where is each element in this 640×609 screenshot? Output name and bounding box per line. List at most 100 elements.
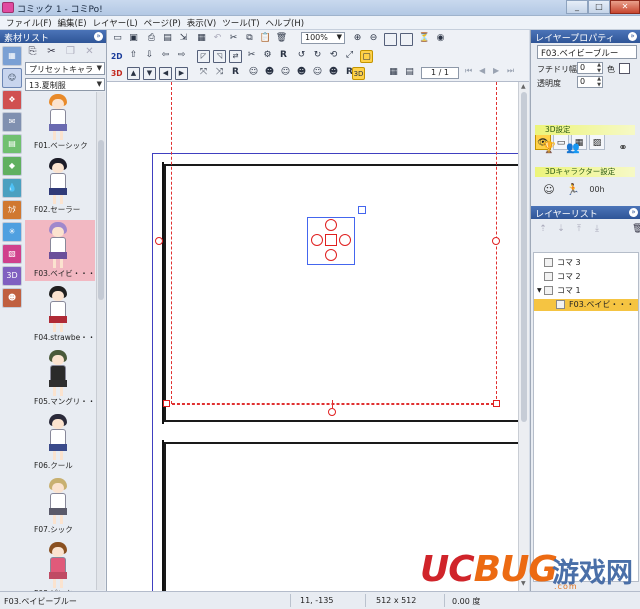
tab-color-icon[interactable]: ▨ [589, 134, 605, 150]
layer-row[interactable]: F03.ベイビ・・・ [534, 299, 638, 311]
print-icon[interactable]: ⎙ [145, 32, 158, 45]
scroll-up-icon[interactable]: ▲ [521, 83, 526, 90]
collapse-icon[interactable]: » [628, 32, 637, 41]
corner-handle-bl[interactable] [163, 400, 170, 407]
pose-icon[interactable]: 🏃 [563, 180, 583, 200]
spinner-icon[interactable]: ▲ ▼ [597, 62, 601, 74]
face-icon[interactable]: ☺ [539, 180, 559, 200]
handle-right[interactable] [492, 237, 500, 245]
maximize-button[interactable]: □ [588, 0, 610, 14]
handle-left[interactable] [155, 237, 163, 245]
pose-5-icon[interactable]: ☺ [311, 66, 324, 79]
layer-bottom-icon[interactable]: ⤓ [591, 222, 603, 234]
canvas-scrollbar[interactable]: ▲ ▼ [518, 82, 529, 591]
select-icon[interactable]: ▢ [360, 50, 373, 63]
layer-down-icon[interactable]: ⇣ [555, 222, 567, 234]
layout-icon[interactable]: ▦ [2, 46, 22, 66]
align-left-icon[interactable]: ◸ [197, 50, 210, 63]
layer-up-icon[interactable]: ⇡ [537, 222, 549, 234]
comic-canvas[interactable] [107, 82, 518, 591]
arrow-up-icon[interactable]: ⇧ [127, 49, 140, 62]
control-center[interactable] [325, 234, 337, 246]
menu-layer[interactable]: レイヤー(L) [93, 16, 144, 29]
character-face-icon[interactable]: ☻ [2, 288, 22, 308]
trophy-icon[interactable]: 🏆 [539, 138, 559, 158]
fit-width-icon[interactable] [400, 33, 413, 46]
page-list-icon[interactable]: ▤ [403, 66, 416, 79]
move-up-icon[interactable]: ▲ [127, 67, 140, 80]
expression-icon[interactable]: 00h [587, 180, 607, 200]
character-icon[interactable]: ☺ [2, 68, 22, 88]
collapse-icon[interactable]: » [94, 32, 103, 41]
zoom-in-icon[interactable]: ⊕ [351, 32, 364, 45]
scissors-icon[interactable]: ✂ [245, 49, 258, 62]
material-scroll-thumb[interactable] [98, 140, 104, 300]
rotate-left-icon[interactable]: ↺ [295, 49, 308, 62]
rotate-handle[interactable] [358, 206, 366, 214]
arrow-left-icon[interactable]: ⇦ [159, 49, 172, 62]
layer-top-icon[interactable]: ⤒ [573, 222, 585, 234]
cube-icon[interactable]: ◆ [2, 156, 22, 176]
pose-1-icon[interactable]: ☺ [247, 66, 260, 79]
control-right[interactable] [339, 234, 351, 246]
last-page-icon[interactable]: ⏭ [507, 66, 514, 76]
zoom-select[interactable]: 100% ▼ [301, 32, 345, 44]
character-thumbnail[interactable]: F07.シック [25, 476, 95, 537]
page-setup-icon[interactable]: ▦ [387, 66, 400, 79]
duplicate-icon[interactable]: ❐ [63, 44, 78, 59]
link-icon[interactable]: ⚭ [613, 138, 633, 158]
move-left-icon[interactable]: ◀ [159, 67, 172, 80]
outfit-select[interactable]: 13.夏制服 ▼ [25, 78, 105, 91]
close-button[interactable]: ✕ [610, 0, 640, 14]
flip-icon[interactable]: ⇄ [229, 50, 242, 63]
rotate-right-icon[interactable]: ↻ [311, 49, 324, 62]
spinner-icon[interactable]: ▲ ▼ [597, 76, 601, 88]
menu-edit[interactable]: 編集(E) [58, 16, 93, 29]
expand-icon[interactable]: ⤧ [197, 66, 210, 79]
character-thumbnail[interactable]: F02.セーラー [25, 156, 95, 217]
paste-icon[interactable]: 📋 [259, 32, 272, 45]
pose-4-icon[interactable]: ☻ [295, 66, 308, 79]
effect-icon[interactable]: 💧 [2, 178, 22, 198]
menu-help[interactable]: ヘルプ(H) [266, 16, 311, 29]
menu-view[interactable]: 表示(V) [187, 16, 222, 29]
settings-icon[interactable]: ⚙ [261, 49, 274, 62]
character-thumbnail[interactable]: F06.クール [25, 412, 95, 473]
zoom-out-icon[interactable]: ⊖ [367, 32, 380, 45]
page-add-icon[interactable]: ▦ [195, 32, 208, 45]
add-copy-icon[interactable]: ⎘ [25, 44, 40, 59]
material-scrollbar[interactable] [96, 92, 105, 590]
character-thumbnail[interactable]: F01.ベーシック [25, 92, 95, 153]
color-swatch[interactable] [619, 63, 630, 74]
concentration-lines-icon[interactable]: ✳ [2, 222, 22, 242]
reset-3d-icon[interactable]: R [229, 66, 242, 79]
trash-icon[interactable]: 🗑 [275, 32, 288, 45]
character-thumbnail[interactable]: F08.ピンク [25, 540, 95, 591]
people-icon[interactable]: 👥 [563, 138, 583, 158]
frame-1[interactable] [164, 164, 518, 422]
shrink-icon[interactable]: ⤨ [213, 66, 226, 79]
character-thumbnail[interactable]: F04.strawbe・・・ [25, 284, 96, 345]
timer-icon[interactable]: ⏳ [418, 32, 431, 45]
first-page-icon[interactable]: ⏮ [465, 66, 472, 76]
preset-select[interactable]: プリセットキャラ ▼ [25, 62, 105, 75]
3d-model-icon[interactable]: 3D [2, 266, 22, 286]
arrow-down-icon[interactable]: ⇩ [143, 49, 156, 62]
image-icon[interactable]: ▧ [2, 244, 22, 264]
collapse-icon[interactable]: » [629, 208, 638, 217]
prev-page-icon[interactable]: ◀ [479, 66, 485, 75]
control-up[interactable] [325, 219, 337, 231]
menu-tools[interactable]: ツール(T) [222, 16, 265, 29]
character-thumbnail[interactable]: F05.マングリ・・・ [25, 348, 96, 409]
control-down[interactable] [325, 249, 337, 261]
pose-6-icon[interactable]: ☻ [327, 66, 340, 79]
minimize-button[interactable]: _ [566, 0, 588, 14]
align-right-icon[interactable]: ◹ [213, 50, 226, 63]
layer-delete-icon[interactable]: 🗑 [631, 222, 640, 234]
opacity-input[interactable]: 0 ▲ ▼ [577, 76, 603, 88]
fit-page-icon[interactable] [384, 33, 397, 46]
new-file-icon[interactable]: ▭ [111, 32, 124, 45]
corner-handle-br[interactable] [493, 400, 500, 407]
open-icon[interactable]: ▤ [161, 32, 174, 45]
scale-icon[interactable]: ⤢ [343, 49, 356, 62]
